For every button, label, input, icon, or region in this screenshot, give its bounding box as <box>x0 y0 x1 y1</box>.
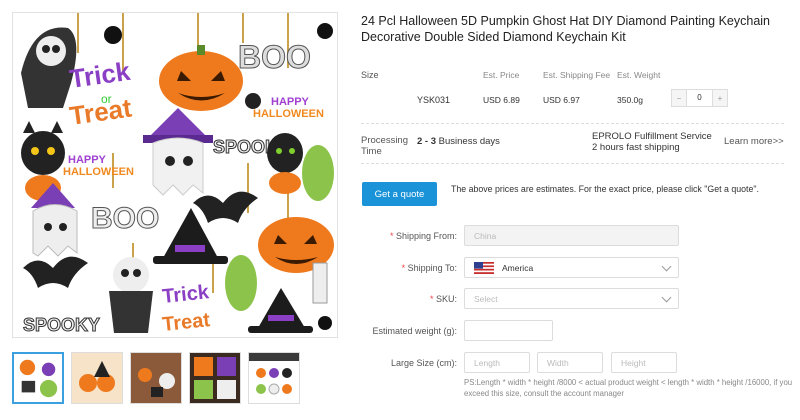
fulfillment-service-speed: 2 hours fast shipping <box>592 142 680 153</box>
large-size-label: Large Size (cm): <box>390 358 457 368</box>
sku-label-text: SKU: <box>435 294 457 304</box>
halloween-text-left: HALLOWEEN <box>63 166 134 178</box>
thumbnail-5[interactable] <box>248 352 300 404</box>
quantity-input[interactable]: 0 <box>686 90 713 106</box>
header-est-weight: Est. Weight <box>617 70 661 80</box>
trick-text-bottom: Trick <box>161 281 211 308</box>
shipping-from-field: China <box>464 225 679 246</box>
chevron-down-icon <box>661 261 672 272</box>
treat-text: Treat <box>68 93 134 131</box>
boo-text-mid: BOO <box>91 202 159 235</box>
variant-price: USD 6.89 <box>483 95 520 105</box>
thumbnail-2[interactable] <box>71 352 123 404</box>
variant-weight: 350.0g <box>617 95 643 105</box>
divider-top <box>361 123 784 124</box>
required-mark: * <box>429 294 434 304</box>
quantity-stepper: − 0 + <box>671 89 728 107</box>
thumbnail-1[interactable] <box>12 352 64 404</box>
processing-days: 2 - 3 <box>417 136 437 147</box>
required-mark: * <box>401 263 406 273</box>
processing-time-value: 2 - 3 Business days <box>417 136 500 147</box>
sku-select[interactable]: Select <box>464 288 679 309</box>
trick-text: Trick <box>68 56 133 94</box>
us-flag-icon <box>474 261 494 274</box>
sku-placeholder: Select <box>474 293 498 304</box>
quote-note: The above prices are estimates. For the … <box>451 184 759 194</box>
halloween-keychain-collage: Trick or Treat BOO HAPPY HALLOWEEN HAPPY… <box>21 13 334 336</box>
required-mark: * <box>389 231 394 241</box>
length-placeholder: Length <box>474 357 500 368</box>
processing-days-unit: Business days <box>438 136 500 147</box>
estimated-weight-input[interactable] <box>464 320 553 341</box>
variant-sku: YSK031 <box>417 95 451 105</box>
fulfillment-service: EPROLO Fulfillment Service 2 hours fast … <box>592 131 712 153</box>
product-title: 24 Pcl Halloween 5D Pumpkin Ghost Hat DI… <box>361 14 771 44</box>
shipping-from-value: China <box>474 230 497 241</box>
quantity-increment-button[interactable]: + <box>713 90 727 106</box>
estimated-weight-label: Estimated weight (g): <box>372 326 457 336</box>
shipping-to-label-text: Shipping To: <box>407 263 457 273</box>
happy-text-right: HAPPY <box>271 96 310 108</box>
thumbnail-3[interactable] <box>130 352 182 404</box>
learn-more-link[interactable]: Learn more>> <box>724 136 784 147</box>
sku-label: * SKU: <box>430 294 457 304</box>
header-est-shipping-fee: Est. Shipping Fee <box>543 70 611 80</box>
width-placeholder: Width <box>547 357 569 368</box>
thumbnail-strip <box>12 352 300 404</box>
get-a-quote-button[interactable]: Get a quote <box>362 182 437 206</box>
variant-shipping-fee: USD 6.97 <box>543 95 580 105</box>
size-note: PS:Length * width * height /8000 < actua… <box>464 378 793 398</box>
divider-bottom <box>361 163 784 164</box>
quantity-decrement-button[interactable]: − <box>672 90 686 106</box>
shipping-from-label-text: Shipping From: <box>395 231 457 241</box>
shipping-from-label: * Shipping From: <box>390 231 457 241</box>
processing-time-label: Processing Time <box>361 135 408 157</box>
length-input[interactable]: Length <box>464 352 530 373</box>
chevron-down-icon <box>661 292 672 303</box>
shipping-to-value: America <box>502 262 534 273</box>
height-input[interactable]: Height <box>611 352 677 373</box>
fulfillment-service-name: EPROLO Fulfillment Service <box>592 131 712 142</box>
boo-text-top: BOO <box>238 39 311 75</box>
height-placeholder: Height <box>621 357 646 368</box>
main-product-image[interactable]: Trick or Treat BOO HAPPY HALLOWEEN HAPPY… <box>12 12 338 338</box>
header-est-price: Est. Price <box>483 70 520 80</box>
halloween-text-right: HALLOWEEN <box>253 108 324 120</box>
size-label: Size <box>361 70 379 80</box>
happy-text-left: HAPPY <box>68 154 107 166</box>
spooky-text-bottom: SPOOKY <box>23 315 100 335</box>
shipping-to-label: * Shipping To: <box>402 263 457 273</box>
shipping-to-select[interactable]: America <box>464 257 679 278</box>
width-input[interactable]: Width <box>537 352 603 373</box>
thumbnail-4[interactable] <box>189 352 241 404</box>
treat-text-bottom: Treat <box>161 309 211 336</box>
